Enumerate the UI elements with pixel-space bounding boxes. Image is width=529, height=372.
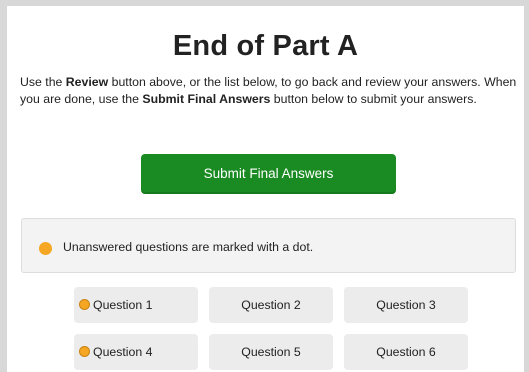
intro-review-bold: Review [65, 75, 109, 89]
notice-text: Unanswered questions are marked with a d… [63, 240, 314, 254]
question-6-button[interactable]: Question 6 [344, 334, 468, 370]
unanswered-dot-icon [39, 242, 52, 255]
question-2-button[interactable]: Question 2 [209, 287, 333, 323]
question-label: Question 5 [241, 345, 301, 359]
instructions-text: Use the Review button above, or the list… [20, 74, 518, 108]
intro-submit-bold: Submit Final Answers [142, 92, 271, 106]
unanswered-dot-icon [79, 346, 90, 358]
page-title: End of Part A [172, 30, 359, 62]
question-label: Question 3 [376, 298, 436, 312]
intro-text-1: Use the [20, 75, 66, 89]
question-label: Question 6 [376, 345, 436, 359]
submit-final-answers-button[interactable]: Submit Final Answers [141, 154, 396, 194]
question-label: Question 4 [93, 345, 153, 359]
unanswered-notice: Unanswered questions are marked with a d… [21, 218, 516, 273]
intro-text-3: button below to submit your answers. [270, 92, 477, 106]
unanswered-dot-icon [79, 299, 90, 311]
question-label: Question 1 [93, 298, 153, 312]
question-4-button[interactable]: Question 4 [74, 334, 198, 370]
question-5-button[interactable]: Question 5 [209, 334, 333, 370]
question-3-button[interactable]: Question 3 [344, 287, 468, 323]
review-panel: End of Part A Use the Review button abov… [7, 6, 524, 372]
question-1-button[interactable]: Question 1 [74, 287, 198, 323]
question-label: Question 2 [241, 298, 301, 312]
